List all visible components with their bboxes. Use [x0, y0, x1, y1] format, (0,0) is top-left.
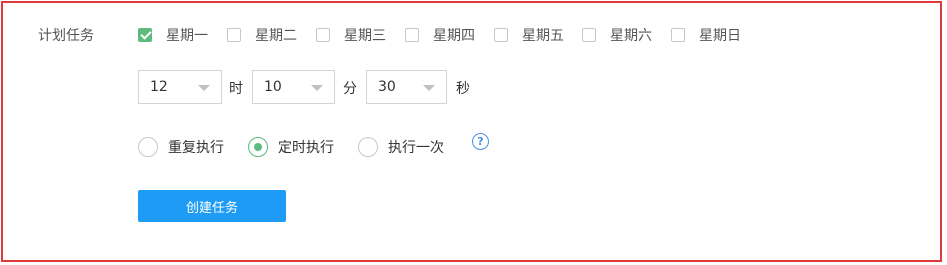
weekday-tuesday[interactable]: 星期二 [227, 26, 297, 44]
chevron-down-icon [198, 85, 210, 91]
mode-once[interactable]: 执行一次 [358, 136, 444, 158]
weekday-label: 星期二 [255, 28, 297, 44]
hour-select[interactable]: 12 [138, 70, 222, 104]
help-icon[interactable]: ? [472, 133, 489, 150]
weekday-wednesday[interactable]: 星期三 [316, 26, 386, 44]
weekday-label: 星期三 [344, 28, 386, 44]
minute-value: 10 [264, 79, 282, 95]
weekday-saturday[interactable]: 星期六 [582, 26, 652, 44]
second-unit-label: 秒 [456, 81, 470, 97]
minute-unit-label: 分 [343, 81, 357, 97]
weekday-label: 星期一 [166, 28, 208, 44]
weekday-label: 星期五 [522, 28, 564, 44]
checkbox-icon[interactable] [138, 28, 152, 42]
radio-icon[interactable] [248, 137, 268, 157]
checkbox-icon[interactable] [316, 28, 330, 42]
hour-value: 12 [150, 79, 168, 95]
chevron-down-icon [311, 85, 323, 91]
mode-label: 定时执行 [278, 140, 334, 156]
weekday-friday[interactable]: 星期五 [494, 26, 564, 44]
checkbox-icon[interactable] [494, 28, 508, 42]
weekday-label: 星期四 [433, 28, 475, 44]
weekday-monday[interactable]: 星期一 [138, 26, 208, 44]
weekday-label: 星期六 [610, 28, 652, 44]
minute-select[interactable]: 10 [252, 70, 335, 104]
weekday-sunday[interactable]: 星期日 [671, 26, 741, 44]
hour-unit-label: 时 [229, 81, 243, 97]
mode-label: 执行一次 [388, 140, 444, 156]
checkbox-icon[interactable] [582, 28, 596, 42]
checkbox-icon[interactable] [227, 28, 241, 42]
checkbox-icon[interactable] [671, 28, 685, 42]
section-label: 计划任务 [38, 28, 94, 44]
create-task-button[interactable]: 创建任务 [138, 190, 286, 222]
second-value: 30 [378, 79, 396, 95]
mode-label: 重复执行 [168, 140, 224, 156]
radio-icon[interactable] [358, 137, 378, 157]
chevron-down-icon [423, 85, 435, 91]
checkbox-icon[interactable] [405, 28, 419, 42]
mode-repeat[interactable]: 重复执行 [138, 136, 224, 158]
weekday-thursday[interactable]: 星期四 [405, 26, 475, 44]
radio-icon[interactable] [138, 137, 158, 157]
second-select[interactable]: 30 [366, 70, 447, 104]
weekday-label: 星期日 [699, 28, 741, 44]
mode-scheduled[interactable]: 定时执行 [248, 136, 334, 158]
